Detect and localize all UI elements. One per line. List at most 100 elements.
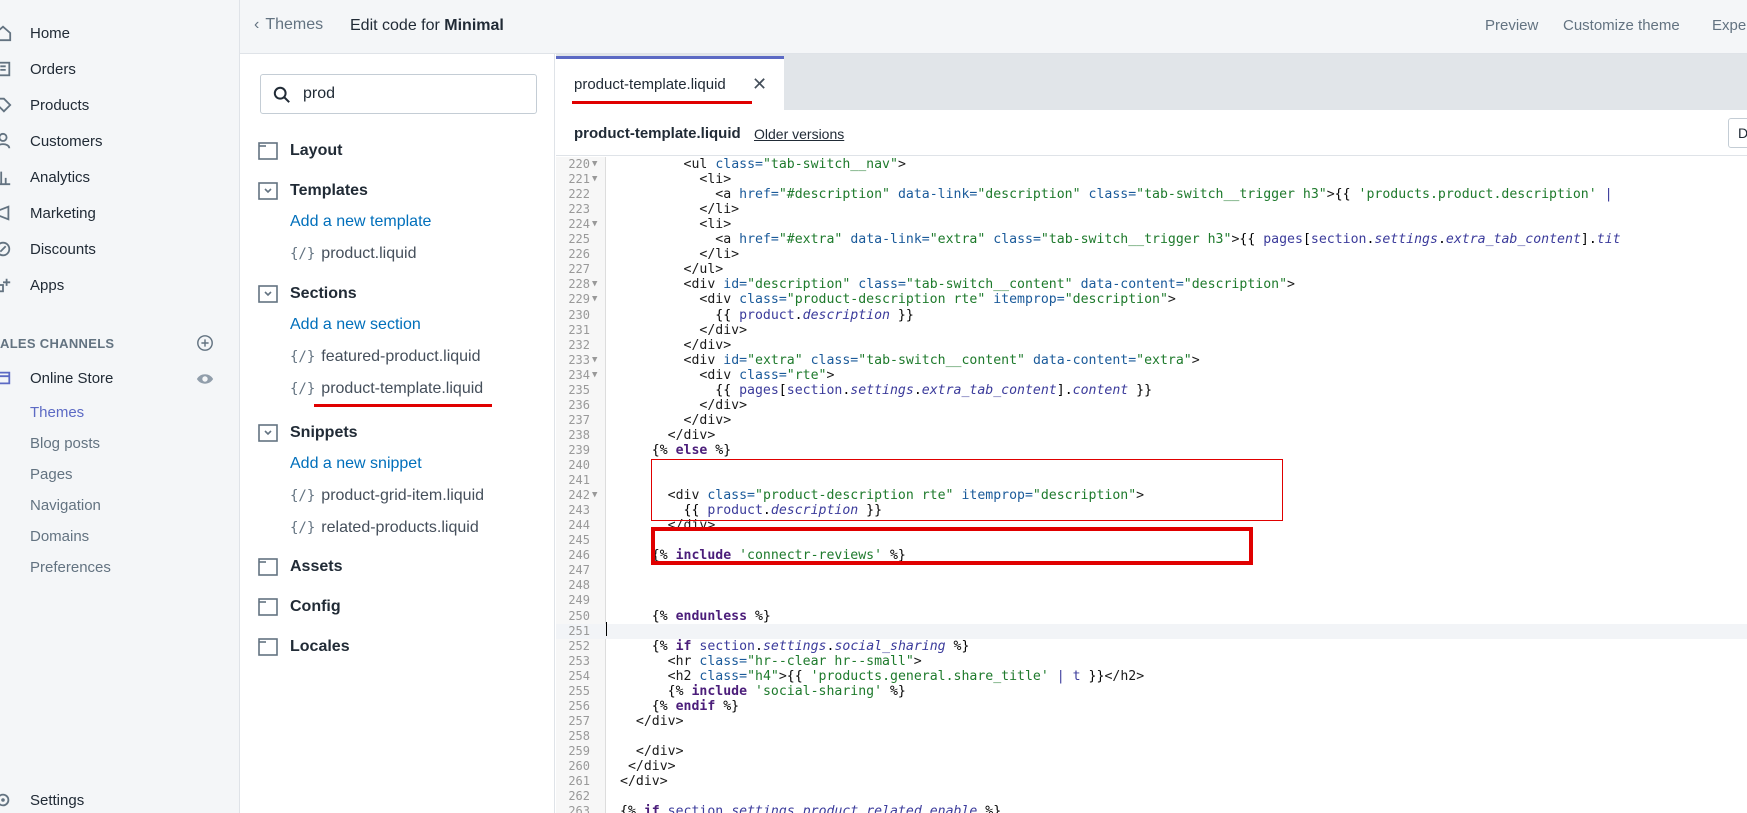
folder-locales[interactable]: Locales bbox=[258, 638, 350, 656]
folder-sections[interactable]: Sections bbox=[258, 285, 357, 303]
close-icon[interactable]: ✕ bbox=[752, 74, 767, 95]
code-line[interactable]: 223 </li> bbox=[556, 202, 1747, 217]
code-line[interactable]: 260 </div> bbox=[556, 759, 1747, 774]
code-line[interactable]: 235 {{ pages[section.settings.extra_tab_… bbox=[556, 383, 1747, 398]
page-title-prefix: Edit code for bbox=[350, 17, 445, 34]
fold-toggle-icon[interactable]: ▼ bbox=[592, 157, 597, 172]
code-line[interactable]: 233 ▼ <div id="extra" class="tab-switch__… bbox=[556, 353, 1747, 368]
code-line[interactable]: 256 {% endif %} bbox=[556, 699, 1747, 714]
add-snippet-link[interactable]: Add a new snippet bbox=[290, 455, 422, 473]
code-line[interactable]: 229 ▼ <div class="product-description rte… bbox=[556, 292, 1747, 307]
nav-item-apps[interactable]: Apps bbox=[0, 270, 240, 300]
preview-button[interactable]: Preview bbox=[1485, 17, 1538, 34]
code-line[interactable]: 253 <hr class="hr--clear hr--small"> bbox=[556, 654, 1747, 669]
code-line[interactable]: 227 </ul> bbox=[556, 262, 1747, 277]
code-line[interactable]: 224 ▼ <li> bbox=[556, 217, 1747, 232]
sub-item-pages[interactable]: Pages bbox=[30, 466, 73, 483]
code-line[interactable]: 254 <h2 class="h4">{{ 'products.general.… bbox=[556, 669, 1747, 684]
fold-toggle-icon[interactable]: ▼ bbox=[592, 277, 597, 292]
line-number: 243 bbox=[568, 503, 590, 517]
code-line[interactable]: 231 </div> bbox=[556, 323, 1747, 338]
code-line[interactable]: 251 bbox=[556, 624, 1747, 639]
sub-item-navigation[interactable]: Navigation bbox=[30, 497, 101, 514]
code-line[interactable]: 248 bbox=[556, 578, 1747, 593]
code-line[interactable]: 263 {% if section.settings.product_relate… bbox=[556, 804, 1747, 813]
code-line[interactable]: 232 </div> bbox=[556, 338, 1747, 353]
code-line[interactable]: 262 bbox=[556, 789, 1747, 804]
file-product-template-liquid[interactable]: {/} product-template.liquid bbox=[290, 380, 483, 398]
code-line[interactable]: 247 bbox=[556, 563, 1747, 578]
nav-item-marketing[interactable]: Marketing bbox=[0, 198, 240, 228]
code-line[interactable]: 221 ▼ <li> bbox=[556, 172, 1747, 187]
folder-layout[interactable]: Layout bbox=[258, 142, 342, 160]
add-channel-icon[interactable] bbox=[196, 334, 214, 352]
code-line[interactable]: 252 {% if section.settings.social_sharin… bbox=[556, 639, 1747, 654]
nav-item-orders[interactable]: Orders bbox=[0, 54, 240, 84]
liquid-file-icon: {/} bbox=[290, 488, 316, 504]
code-area[interactable]: 220 ▼ <ul class="tab-switch__nav"> 221 ▼ <l… bbox=[556, 157, 1747, 813]
add-section-link[interactable]: Add a new section bbox=[290, 316, 421, 334]
code-line[interactable]: 228 ▼ <div id="description" class="tab-sw… bbox=[556, 277, 1747, 292]
nav-item-settings[interactable]: Settings bbox=[0, 785, 240, 813]
file-search-box[interactable] bbox=[260, 74, 537, 114]
folder-snippets[interactable]: Snippets bbox=[258, 424, 358, 442]
line-source: <li> bbox=[699, 172, 732, 187]
file-product-liquid[interactable]: {/} product.liquid bbox=[290, 245, 416, 263]
sub-item-blog-posts[interactable]: Blog posts bbox=[30, 435, 100, 452]
code-line[interactable]: 255 {% include 'social-sharing' %} bbox=[556, 684, 1747, 699]
file-featured-product-liquid[interactable]: {/} featured-product.liquid bbox=[290, 348, 481, 366]
liquid-file-icon: {/} bbox=[290, 520, 316, 536]
line-source: <div class="product-description rte" ite… bbox=[699, 292, 1176, 307]
file-search-input[interactable] bbox=[303, 83, 523, 105]
fold-toggle-icon[interactable]: ▼ bbox=[592, 353, 597, 368]
line-number: 250 bbox=[568, 609, 590, 623]
code-line[interactable]: 226 </li> bbox=[556, 247, 1747, 262]
sub-item-themes[interactable]: Themes bbox=[30, 404, 84, 421]
view-store-icon[interactable] bbox=[196, 370, 214, 388]
folder-templates[interactable]: Templates bbox=[258, 182, 368, 200]
nav-item-discounts[interactable]: Discounts bbox=[0, 234, 240, 264]
code-line[interactable]: 250 {% endunless %} bbox=[556, 609, 1747, 624]
code-line[interactable]: 257 </div> bbox=[556, 714, 1747, 729]
folder-assets[interactable]: Assets bbox=[258, 558, 342, 576]
code-line[interactable]: 261 </div> bbox=[556, 774, 1747, 789]
code-line[interactable]: 222 <a href="#description" data-link="de… bbox=[556, 187, 1747, 202]
code-line[interactable]: 220 ▼ <ul class="tab-switch__nav"> bbox=[556, 157, 1747, 172]
code-line[interactable]: 230 {{ product.description }} bbox=[556, 308, 1747, 323]
code-line[interactable]: 249 bbox=[556, 593, 1747, 608]
fold-toggle-icon[interactable]: ▼ bbox=[592, 172, 597, 187]
line-source: {% else %} bbox=[620, 443, 732, 458]
code-line[interactable]: 259 </div> bbox=[556, 744, 1747, 759]
nav-item-customers[interactable]: Customers bbox=[0, 126, 240, 156]
folder-config[interactable]: Config bbox=[258, 598, 341, 616]
customize-theme-button[interactable]: Customize theme bbox=[1563, 17, 1680, 34]
file-product-grid-item-liquid[interactable]: {/} product-grid-item.liquid bbox=[290, 487, 484, 505]
older-versions-link[interactable]: Older versions bbox=[754, 126, 844, 142]
file-name: related-products.liquid bbox=[321, 519, 479, 536]
delete-file-button[interactable]: D bbox=[1728, 118, 1747, 148]
fold-toggle-icon[interactable]: ▼ bbox=[592, 292, 597, 307]
code-line[interactable]: 236 </div> bbox=[556, 398, 1747, 413]
code-line[interactable]: 237 </div> bbox=[556, 413, 1747, 428]
nav-item-analytics[interactable]: Analytics bbox=[0, 162, 240, 192]
add-template-link[interactable]: Add a new template bbox=[290, 213, 431, 231]
nav-item-products[interactable]: Products bbox=[0, 90, 240, 120]
file-related-products-liquid[interactable]: {/} related-products.liquid bbox=[290, 519, 479, 537]
fold-toggle-icon[interactable]: ▼ bbox=[592, 488, 597, 503]
back-to-themes-link[interactable]: ‹ Themes bbox=[254, 16, 323, 34]
folder-open-icon bbox=[258, 424, 278, 442]
sub-item-domains[interactable]: Domains bbox=[30, 528, 89, 545]
code-line[interactable]: 225 <a href="#extra" data-link="extra" c… bbox=[556, 232, 1747, 247]
line-number: 261 bbox=[568, 774, 590, 788]
editor-tab-active[interactable]: product-template.liquid ✕ bbox=[556, 56, 784, 110]
fold-toggle-icon[interactable]: ▼ bbox=[592, 368, 597, 383]
file-header-name: product-template.liquid bbox=[574, 125, 741, 142]
code-line[interactable]: 234 ▼ <div class="rte"> bbox=[556, 368, 1747, 383]
sub-item-preferences[interactable]: Preferences bbox=[30, 559, 111, 576]
fold-toggle-icon[interactable]: ▼ bbox=[592, 217, 597, 232]
nav-item-home[interactable]: Home bbox=[0, 18, 240, 48]
code-line[interactable]: 238 </div> bbox=[556, 428, 1747, 443]
code-line[interactable]: 239 {% else %} bbox=[556, 443, 1747, 458]
code-line[interactable]: 258 bbox=[556, 729, 1747, 744]
expert-button[interactable]: Expe bbox=[1712, 17, 1746, 34]
